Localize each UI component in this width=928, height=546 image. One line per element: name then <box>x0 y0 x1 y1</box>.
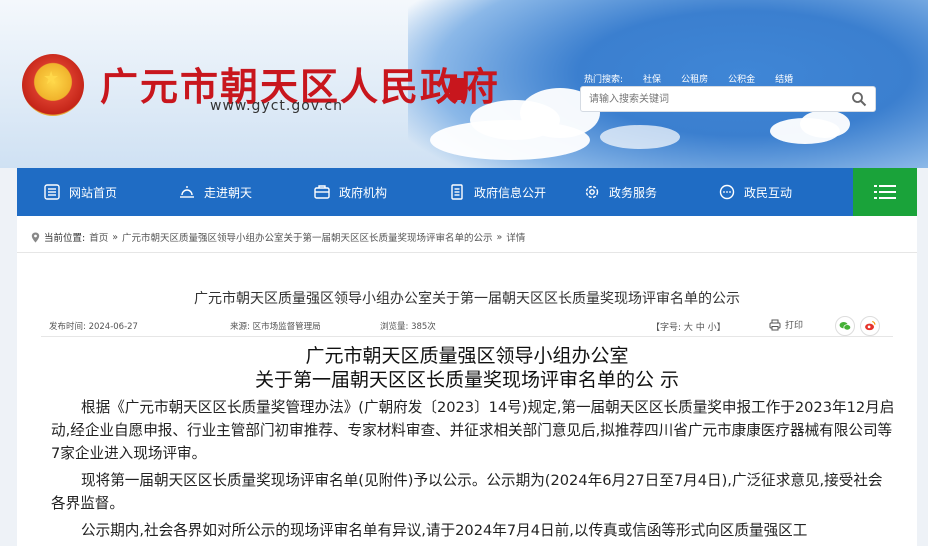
breadcrumb: 当前位置: 首页 » 广元市朝天区质量强区领导小组办公室关于第一届朝天区区长质量… <box>31 230 525 244</box>
body-paragraph: 公示期内,社会各界如对所公示的现场评审名单有异议,请于2024年7月4日前,以传… <box>81 522 808 539</box>
document-icon <box>451 184 463 200</box>
printer-icon <box>769 319 781 330</box>
hot-search-item[interactable]: 公积金 <box>728 72 755 85</box>
sunrise-icon <box>180 186 194 198</box>
main-nav: 网站首页 走进朝天 政府机构 政府信息公开 政务服务 政民互动 <box>17 168 917 216</box>
chat-icon <box>719 184 735 200</box>
nav-item-label: 政务服务 <box>609 185 658 200</box>
nav-item-interaction[interactable]: 政民互动 <box>692 168 827 216</box>
article-source: 来源: 区市场监督管理局 <box>230 322 321 332</box>
breadcrumb-separator: » <box>496 231 503 243</box>
header-banner: ★ 广元市朝天区人民政府 www.gyct.gov.cn 热门搜索: 社保 公租… <box>0 0 928 168</box>
breadcrumb-current: 详情 <box>506 233 526 244</box>
hot-search-item[interactable]: 公租房 <box>681 72 708 85</box>
search-box <box>580 86 876 112</box>
hot-search-item[interactable]: 社保 <box>643 72 661 85</box>
article-title: 广元市朝天区质量强区领导小组办公室关于第一届朝天区区长质量奖现场评审名单的公示 <box>194 291 740 307</box>
nav-item-home[interactable]: 网站首页 <box>17 168 152 216</box>
location-pin-icon <box>31 232 40 242</box>
content-panel: 当前位置: 首页 » 广元市朝天区质量强区领导小组办公室关于第一届朝天区区长质量… <box>17 216 917 546</box>
search-icon[interactable] <box>851 91 867 107</box>
breadcrumb-article[interactable]: 广元市朝天区质量强区领导小组办公室关于第一届朝天区区长质量奖现场评审名单的公示 <box>122 230 493 244</box>
hot-search: 热门搜索: 社保 公租房 公积金 结婚 <box>584 72 793 85</box>
search-input[interactable] <box>581 87 831 112</box>
hamburger-icon <box>874 185 896 199</box>
divider <box>41 336 893 337</box>
divider <box>17 252 917 253</box>
weibo-share-icon[interactable] <box>860 316 880 336</box>
nav-item-label: 走进朝天 <box>204 185 253 200</box>
seal-icon <box>450 78 466 100</box>
hot-search-item[interactable]: 结婚 <box>775 72 793 85</box>
breadcrumb-label: 当前位置: <box>44 233 86 244</box>
cloud-decoration <box>430 120 590 160</box>
breadcrumb-home[interactable]: 首页 <box>89 230 108 244</box>
nav-item-label: 政府信息公开 <box>474 185 547 200</box>
article-body: 根据《广元市朝天区区长质量奖管理办法》(广朝府发〔2023〕14号)规定,第一届… <box>51 396 897 546</box>
list-icon <box>44 184 60 200</box>
nav-item-services[interactable]: 政务服务 <box>557 168 692 216</box>
wechat-share-icon[interactable] <box>835 316 855 336</box>
nav-item-label: 网站首页 <box>69 185 118 200</box>
body-paragraph: 现将第一届朝天区区长质量奖现场评审名单(见附件)予以公示。公示期为(2024年6… <box>51 472 883 512</box>
menu-button[interactable] <box>853 168 917 216</box>
view-count: 浏览量: 385次 <box>380 322 436 332</box>
document-heading-line: 广元市朝天区质量强区领导小组办公室 <box>305 345 629 367</box>
print-label: 打印 <box>785 321 804 331</box>
document-heading-line: 关于第一届朝天区区长质量奖现场评审名单的公 示 <box>254 369 680 391</box>
national-emblem-icon[interactable]: ★ <box>22 54 84 116</box>
briefcase-icon <box>314 185 330 199</box>
nav-item-about[interactable]: 走进朝天 <box>152 168 287 216</box>
document-heading: 广元市朝天区质量强区领导小组办公室 关于第一届朝天区区长质量奖现场评审名单的公 … <box>17 344 917 392</box>
body-paragraph: 根据《广元市朝天区区长质量奖管理办法》(广朝府发〔2023〕14号)规定,第一届… <box>51 399 895 462</box>
hot-search-label: 热门搜索: <box>584 75 624 85</box>
print-button[interactable]: 打印 <box>769 318 803 331</box>
publish-date: 发布时间: 2024-06-27 <box>49 322 138 332</box>
nav-item-label: 政民互动 <box>744 185 793 200</box>
gear-icon <box>585 185 599 199</box>
cloud-decoration <box>600 125 680 149</box>
site-url: www.gyct.gov.cn <box>210 98 343 114</box>
breadcrumb-separator: » <box>112 231 119 243</box>
font-size-selector[interactable]: 【字号: 大 中 小】 <box>651 320 726 333</box>
nav-item-info-disclosure[interactable]: 政府信息公开 <box>422 168 557 216</box>
nav-item-label: 政府机构 <box>339 185 388 200</box>
cloud-decoration <box>800 110 850 138</box>
nav-item-agencies[interactable]: 政府机构 <box>287 168 422 216</box>
